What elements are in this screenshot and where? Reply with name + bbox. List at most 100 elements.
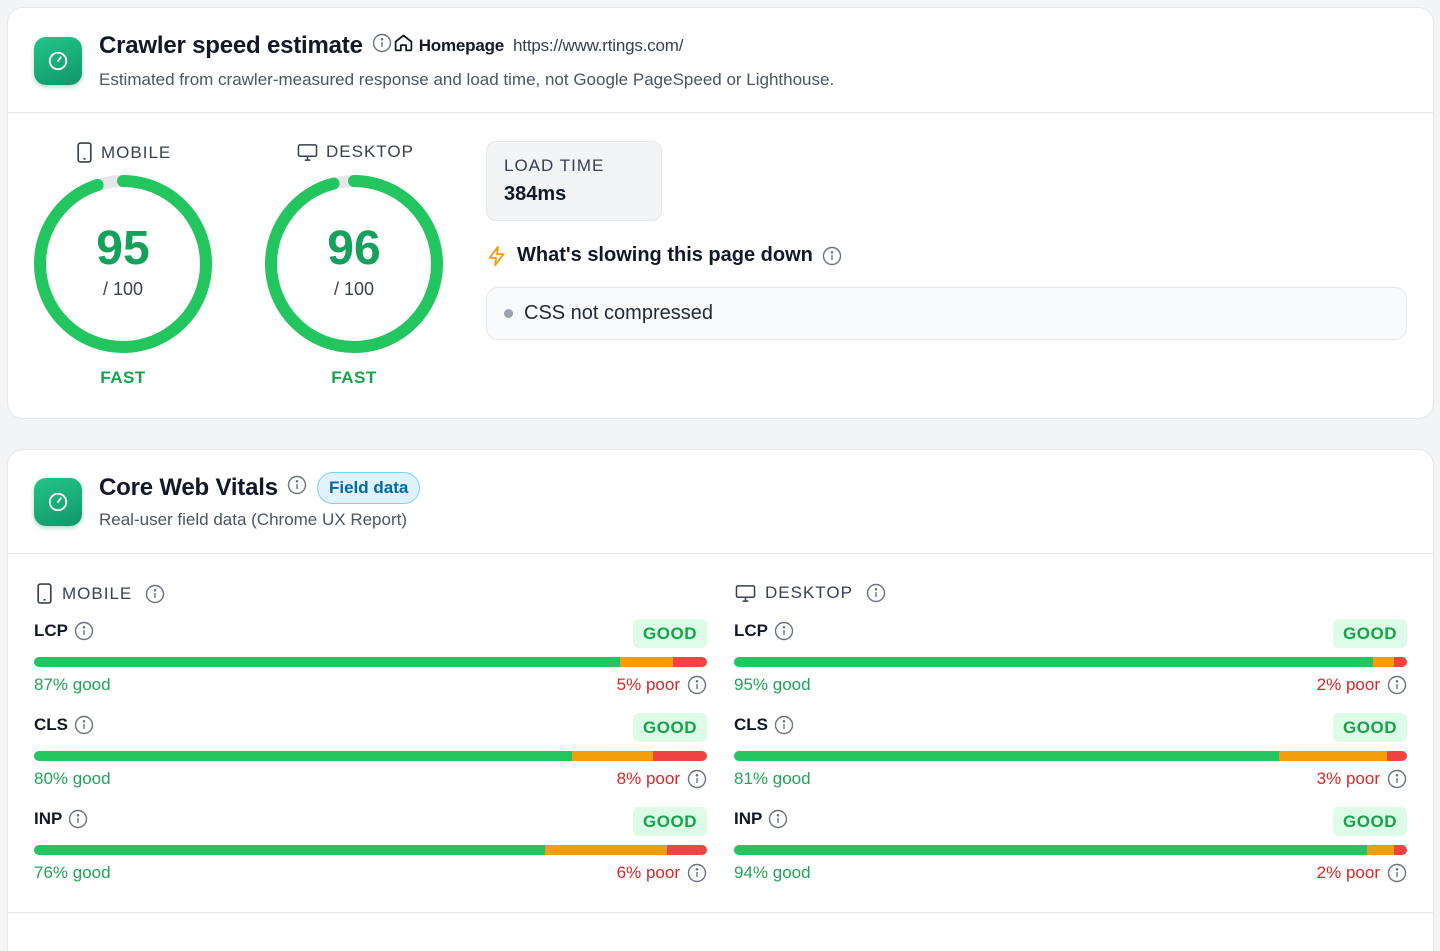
metric-row-inp: INP GOOD 94% good 2% poor: [734, 807, 1407, 901]
crawler-speed-subtitle: Estimated from crawler-measured response…: [99, 70, 835, 89]
issue-text: CSS not compressed: [524, 302, 713, 324]
bar-segment-needs-improvement: [1366, 845, 1394, 855]
info-icon[interactable]: [74, 621, 94, 641]
metric-name: INP: [34, 809, 63, 828]
info-icon[interactable]: [1387, 863, 1407, 883]
bar-segment-poor: [653, 751, 707, 761]
bar-segment-good: [734, 751, 1280, 761]
bar-segment-good: [34, 657, 620, 667]
metric-poor-row: 2% poor: [1317, 863, 1407, 883]
info-icon[interactable]: [774, 715, 794, 735]
info-icon[interactable]: [768, 809, 788, 829]
slowdown-title: What's slowing this page down: [517, 244, 813, 266]
bar-segment-poor: [1386, 751, 1407, 761]
info-icon[interactable]: [287, 474, 307, 502]
metric-status-badge: GOOD: [633, 619, 707, 648]
info-icon[interactable]: [1387, 675, 1407, 695]
load-time-box: LOAD TIME 384ms: [486, 141, 662, 221]
cwv-header: Core Web Vitals Field data Real-user fie…: [8, 450, 1433, 554]
desktop-score-value: 96: [327, 222, 381, 275]
bar-segment-needs-improvement: [1279, 751, 1387, 761]
page-title: Crawler speed estimate: [99, 32, 363, 59]
metric-poor-text: 5% poor: [616, 675, 680, 694]
bullet-dot: [504, 309, 513, 318]
crawler-speed-title-row: Crawler speed estimate Homepage https://…: [99, 32, 683, 60]
mobile-icon: [77, 142, 92, 163]
metric-name-row: LCP: [734, 621, 794, 641]
info-icon[interactable]: [74, 715, 94, 735]
cwv-mobile-label-text: MOBILE: [62, 583, 133, 603]
field-data-badge: Field data: [317, 472, 421, 504]
metric-poor-text: 8% poor: [616, 769, 680, 788]
metric-row-cls: CLS GOOD 80% good 8% poor: [34, 713, 707, 807]
cwv-subtitle: Real-user field data (Chrome UX Report): [99, 510, 408, 529]
metric-status-badge: GOOD: [633, 807, 707, 836]
page-url-link[interactable]: https://www.rtings.com/: [513, 36, 683, 56]
issue-item: CSS not compressed: [486, 287, 1407, 340]
load-time-value: 384ms: [504, 183, 567, 205]
info-icon[interactable]: [866, 583, 886, 603]
info-icon[interactable]: [1387, 769, 1407, 789]
info-icon[interactable]: [68, 809, 88, 829]
desktop-score-label: DESKTOP: [297, 142, 414, 162]
metric-poor-text: 3% poor: [1316, 769, 1380, 788]
speedometer-icon: [34, 37, 82, 85]
speedometer-icon: [34, 478, 82, 526]
metric-good-text: 94% good: [734, 863, 811, 882]
metric-row-inp: INP GOOD 76% good 6% poor: [34, 807, 707, 901]
metric-poor-row: 2% poor: [1317, 675, 1407, 695]
bar-segment-poor: [673, 657, 707, 667]
desktop-icon: [297, 143, 318, 161]
bar-segment-poor: [1393, 845, 1407, 855]
metric-distribution-bar: [734, 657, 1407, 667]
metric-poor-text: 2% poor: [1316, 863, 1380, 882]
next-section-divider: [8, 912, 1433, 951]
metric-poor-row: 8% poor: [617, 769, 707, 789]
info-icon[interactable]: [372, 32, 392, 60]
desktop-score-max: / 100: [333, 279, 375, 299]
metric-poor-text: 6% poor: [616, 863, 680, 882]
metric-distribution-bar: [34, 657, 707, 667]
metric-distribution-bar: [34, 845, 707, 855]
metric-name: LCP: [734, 621, 768, 640]
lightning-icon: [488, 245, 505, 266]
metric-poor-text: 2% poor: [1316, 675, 1380, 694]
desktop-label-text: DESKTOP: [326, 142, 414, 161]
metric-name-row: CLS: [34, 715, 94, 735]
metric-row-lcp: LCP GOOD 87% good 5% poor: [34, 619, 707, 713]
mobile-score-status: FAST: [100, 368, 146, 387]
mobile-icon: [37, 583, 52, 604]
crawler-speed-header: Crawler speed estimate Homepage https://…: [8, 8, 1433, 113]
metric-poor-row: 5% poor: [617, 675, 707, 695]
metric-name-row: LCP: [34, 621, 94, 641]
info-icon[interactable]: [687, 863, 707, 883]
cwv-mobile-label: MOBILE: [36, 583, 165, 604]
info-icon[interactable]: [145, 584, 165, 604]
mobile-score-value: 95: [96, 222, 150, 275]
metric-name-row: INP: [734, 809, 788, 829]
core-web-vitals-card: Core Web Vitals Field data Real-user fie…: [7, 449, 1434, 951]
bar-segment-poor: [666, 845, 707, 855]
metric-status-badge: GOOD: [1333, 619, 1407, 648]
metric-poor-row: 6% poor: [617, 863, 707, 883]
metric-name: INP: [734, 809, 763, 828]
slowdown-header: What's slowing this page down: [486, 244, 842, 267]
metric-name: LCP: [34, 621, 68, 640]
metric-status-badge: GOOD: [1333, 807, 1407, 836]
metric-distribution-bar: [734, 845, 1407, 855]
info-icon[interactable]: [687, 675, 707, 695]
info-icon[interactable]: [687, 769, 707, 789]
info-icon[interactable]: [822, 246, 842, 266]
mobile-label-text: MOBILE: [101, 142, 172, 162]
metric-distribution-bar: [734, 751, 1407, 761]
cwv-desktop-label: DESKTOP: [735, 583, 886, 603]
metric-good-text: 81% good: [734, 769, 811, 788]
metric-status-badge: GOOD: [1333, 713, 1407, 742]
bar-segment-needs-improvement: [1373, 657, 1394, 667]
info-icon[interactable]: [774, 621, 794, 641]
bar-segment-good: [34, 751, 573, 761]
metric-good-text: 80% good: [34, 769, 111, 788]
metric-name: CLS: [734, 715, 768, 734]
cwv-title: Core Web Vitals: [99, 474, 278, 501]
metric-good-text: 87% good: [34, 675, 111, 694]
